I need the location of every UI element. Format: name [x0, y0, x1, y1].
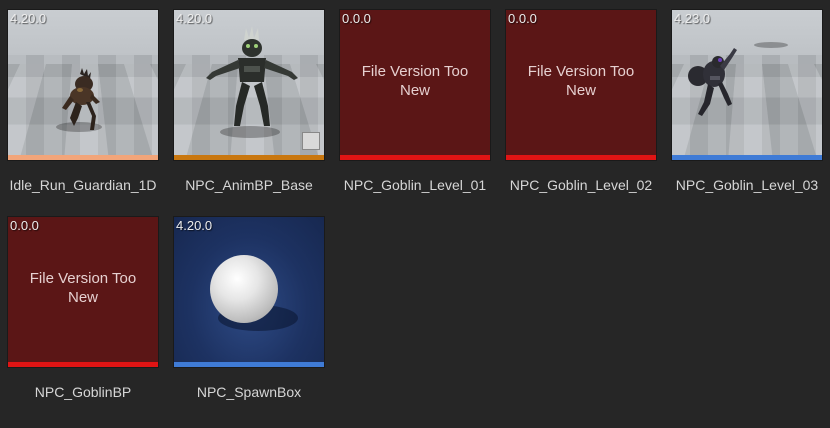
asset-thumbnail: 4.20.0	[173, 216, 325, 368]
asset-type-color-bar	[174, 155, 324, 160]
engine-version-label: 0.0.0	[508, 11, 537, 26]
asset-name-label: NPC_AnimBP_Base	[185, 177, 313, 193]
guardian-character-icon	[62, 68, 100, 130]
engine-version-label: 0.0.0	[10, 218, 39, 233]
engine-version-label: 4.20.0	[176, 218, 213, 233]
sphere-icon	[210, 255, 278, 323]
asset-name-label: NPC_GoblinBP	[34, 384, 132, 400]
asset-tile-idle-run-guardian[interactable]: 4.20.0 Idle_Run_Guardian_1D	[7, 9, 159, 193]
asset-tile-npc-goblinbp[interactable]: 0.0.0 File Version Too New NPC_GoblinBP	[7, 216, 159, 400]
asset-thumbnail: 0.0.0 File Version Too New	[505, 9, 657, 161]
engine-version-label: 4.20.0	[176, 11, 213, 26]
asset-tile-npc-spawnbox[interactable]: 4.20.0 NPC_SpawnBox	[173, 216, 325, 400]
asset-thumbnail: 4.23.0	[671, 9, 823, 161]
asset-thumbnail: 4.20.0	[173, 9, 325, 161]
asset-tile-npc-goblin-level-01[interactable]: 0.0.0 File Version Too New NPC_Goblin_Le…	[339, 9, 491, 193]
skeleton-asset-icon	[302, 132, 320, 150]
asset-type-color-bar	[8, 362, 158, 367]
asset-name-label: NPC_Goblin_Level_01	[343, 177, 487, 193]
content-browser-asset-grid: 4.20.0 Idle_Run_Guardian_1D 4.20.0 NPC_A…	[0, 0, 830, 428]
asset-type-color-bar	[672, 155, 822, 160]
asset-name-label: NPC_Goblin_Level_03	[675, 177, 819, 193]
asset-thumbnail: 4.20.0	[7, 9, 159, 161]
asset-type-color-bar	[506, 155, 656, 160]
engine-version-label: 4.20.0	[10, 11, 47, 26]
engine-version-label: 0.0.0	[342, 11, 371, 26]
goblin-character-icon	[206, 26, 298, 126]
asset-type-color-bar	[340, 155, 490, 160]
file-version-error-message: File Version Too New	[361, 63, 469, 99]
asset-tile-npc-goblin-level-02[interactable]: 0.0.0 File Version Too New NPC_Goblin_Le…	[505, 9, 657, 193]
file-version-error-message: File Version Too New	[29, 270, 137, 306]
file-version-error-message: File Version Too New	[527, 63, 635, 99]
asset-name-label: NPC_Goblin_Level_02	[509, 177, 653, 193]
asset-type-color-bar	[8, 155, 158, 160]
asset-name-label: NPC_SpawnBox	[196, 384, 302, 400]
asset-thumbnail: 0.0.0 File Version Too New	[339, 9, 491, 161]
asset-type-color-bar	[174, 362, 324, 367]
engine-version-label: 4.23.0	[674, 11, 711, 26]
asset-name-label: Idle_Run_Guardian_1D	[9, 177, 157, 193]
goblin-jumping-character-icon	[688, 48, 737, 116]
asset-thumbnail: 0.0.0 File Version Too New	[7, 216, 159, 368]
asset-tile-npc-goblin-level-03[interactable]: 4.23.0 NPC_Goblin_Level_03	[671, 9, 823, 193]
asset-tile-npc-animbp-base[interactable]: 4.20.0 NPC_AnimBP_Base	[173, 9, 325, 193]
